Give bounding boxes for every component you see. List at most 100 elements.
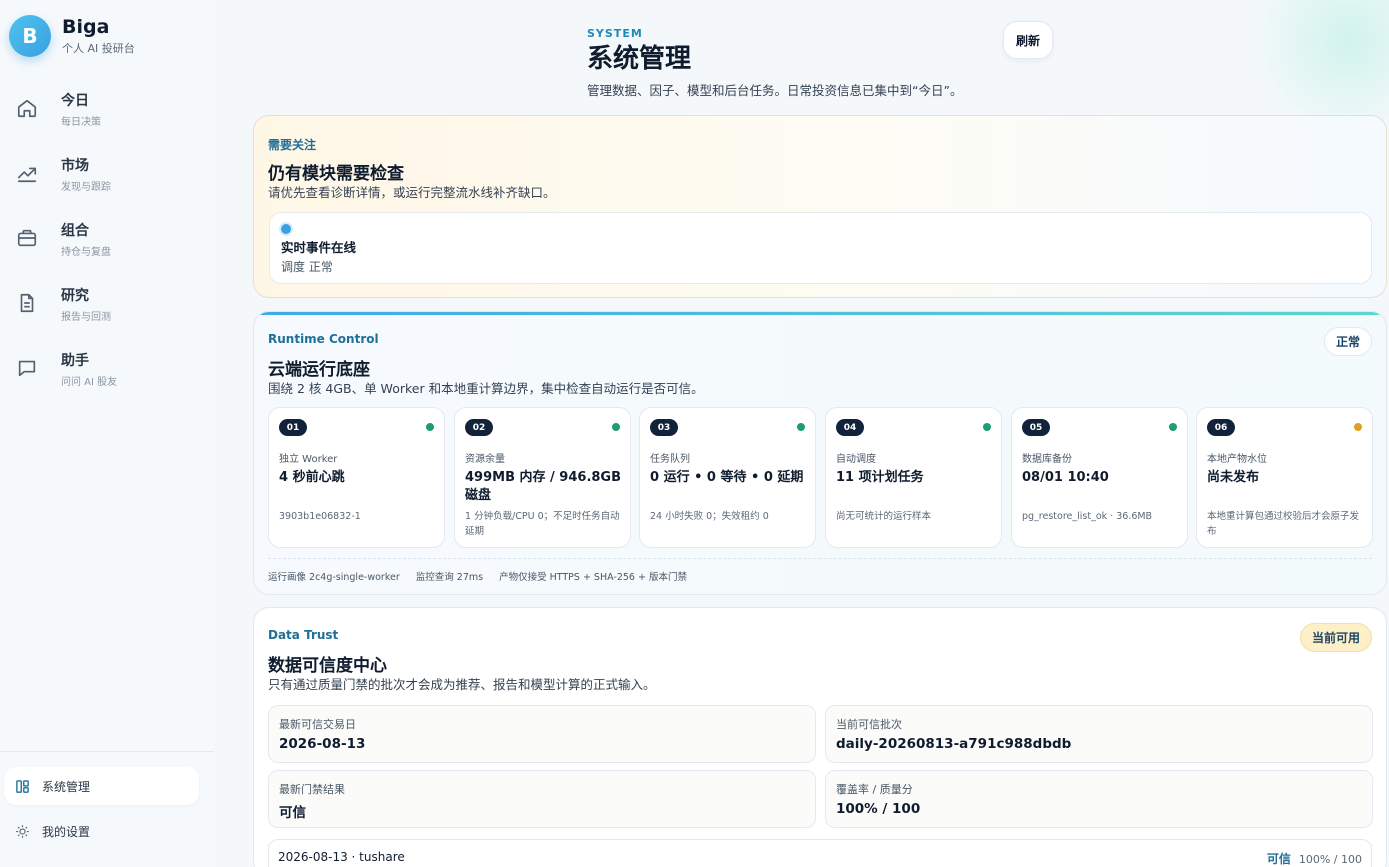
briefcase-icon — [17, 229, 37, 247]
module-value: 499MB 内存 / 946.8GB 磁盘 — [465, 470, 622, 503]
card-kicker: Runtime Control — [268, 332, 379, 346]
nav-label: 组合 — [61, 223, 89, 239]
nav-label: 市场 — [61, 158, 89, 174]
card-title: 仍有模块需要检查 — [268, 164, 404, 184]
nav-sublabel: 问问 AI 股友 — [61, 377, 118, 388]
event-status-item[interactable]: 实时事件在线 调度 正常 — [269, 212, 1372, 284]
batch-status: 可信 — [1266, 852, 1291, 866]
module-note: 3903b1e06832-1 — [279, 511, 361, 522]
runtime-module[interactable]: 03 任务队列 0 运行 • 0 等待 • 0 延期 24 小时失败 0；失效租… — [639, 407, 816, 548]
module-note: 24 小时失败 0；失效租约 0 — [650, 511, 769, 522]
sidebar-divider — [0, 751, 214, 752]
settings-icon — [16, 824, 29, 838]
field-value: daily-20260813-a791c988dbdb — [836, 736, 1072, 752]
card-description: 围绕 2 核 4GB、单 Worker 和本地重计算边界，集中检查自动运行是否可… — [268, 381, 704, 396]
field-value: 2026-08-13 — [279, 736, 366, 752]
nav-sublabel: 每日决策 — [61, 117, 101, 128]
runtime-module[interactable]: 01 独立 Worker 4 秒前心跳 3903b1e06832-1 — [268, 407, 445, 548]
brand[interactable]: B Biga 个人 AI 投研台 — [9, 15, 135, 57]
status-dot — [1354, 423, 1362, 431]
page-description: 管理数据、因子、模型和后台任务。日常投资信息已集中到“今日”。 — [587, 83, 963, 98]
module-number: 05 — [1022, 419, 1050, 436]
module-number: 03 — [650, 419, 678, 436]
field-label: 当前可信批次 — [836, 718, 902, 731]
card-title: 云端运行底座 — [268, 360, 370, 380]
status-badge: 正常 — [1323, 327, 1372, 356]
nav-label: 研究 — [61, 288, 89, 304]
refresh-button[interactable]: 刷新 — [1003, 21, 1053, 59]
runtime-control-card: Runtime Control 云端运行底座 围绕 2 核 4GB、单 Work… — [253, 311, 1387, 595]
sidebar: B Biga 个人 AI 投研台 今日 每日决策 市场 发现与跟踪 组合 持仓与… — [0, 0, 214, 867]
nav-label: 我的设置 — [42, 824, 91, 839]
trend-icon — [17, 167, 37, 183]
module-number: 02 — [465, 419, 493, 436]
trust-field: 最新可信交易日 2026-08-13 — [268, 705, 816, 763]
runtime-module[interactable]: 02 资源余量 499MB 内存 / 946.8GB 磁盘 1 分钟负载/CPU… — [454, 407, 631, 548]
accent-bar — [254, 312, 1386, 315]
runtime-module[interactable]: 06 本地产物水位 尚未发布 本地重计算包通过校验后才会原子发布 — [1196, 407, 1373, 548]
status-dot — [983, 423, 991, 431]
card-title: 数据可信度中心 — [268, 656, 387, 676]
nav-sublabel: 持仓与复盘 — [61, 247, 111, 258]
status-dot — [612, 423, 620, 431]
nav-item-portfolio[interactable]: 组合 持仓与复盘 — [0, 214, 214, 279]
runtime-module[interactable]: 04 自动调度 11 项计划任务 尚无可统计的运行样本 — [825, 407, 1002, 548]
module-value: 08/01 10:40 — [1022, 470, 1109, 485]
status-dot — [281, 224, 291, 234]
runtime-profile: 运行画像 2c4g-single-worker — [268, 572, 400, 583]
nav-label: 助手 — [61, 353, 89, 369]
field-value: 可信 — [279, 805, 306, 821]
status-dot — [426, 423, 434, 431]
field-label: 最新可信交易日 — [279, 718, 356, 731]
nav-sublabel: 发现与跟踪 — [61, 182, 111, 193]
page-title: 系统管理 — [587, 44, 692, 74]
event-title: 实时事件在线 — [281, 240, 357, 255]
module-label: 任务队列 — [650, 454, 690, 465]
module-note: 1 分钟负载/CPU 0；不足时任务自动延期 — [465, 511, 620, 537]
batch-result: 可信 100% / 100 — [1267, 850, 1362, 867]
trust-field: 覆盖率 / 质量分 100% / 100 — [825, 770, 1373, 828]
module-label: 资源余量 — [465, 454, 505, 465]
trust-field: 最新门禁结果 可信 — [268, 770, 816, 828]
module-value: 尚未发布 — [1207, 470, 1260, 485]
card-kicker: 需要关注 — [268, 138, 317, 152]
artifact-policy: 产物仅接受 HTTPS + SHA-256 + 版本门禁 — [499, 572, 687, 583]
brand-logo: B — [9, 15, 51, 57]
card-description: 只有通过质量门禁的批次才会成为推荐、报告和模型计算的正式输入。 — [268, 677, 656, 692]
brand-name: Biga — [62, 16, 110, 38]
chat-icon — [18, 360, 36, 377]
batch-score: 100% / 100 — [1298, 853, 1362, 866]
nav-item-system-admin[interactable]: 系统管理 — [4, 767, 199, 805]
status-badge: 当前可用 — [1299, 623, 1372, 652]
nav-item-settings[interactable]: 我的设置 — [4, 812, 199, 850]
status-dot — [797, 423, 805, 431]
nav-label: 系统管理 — [42, 779, 91, 794]
nav-item-research[interactable]: 研究 报告与回测 — [0, 279, 214, 344]
module-label: 自动调度 — [836, 454, 876, 465]
dashboard-icon — [16, 779, 29, 793]
batch-date-source: 2026-08-13 · tushare — [278, 850, 405, 864]
module-value: 0 运行 • 0 等待 • 0 延期 — [650, 470, 804, 485]
event-status: 调度 正常 — [281, 260, 333, 274]
module-label: 本地产物水位 — [1207, 454, 1267, 465]
nav-item-market[interactable]: 市场 发现与跟踪 — [0, 149, 214, 214]
module-number: 06 — [1207, 419, 1235, 436]
status-dot — [1169, 423, 1177, 431]
page-eyebrow: SYSTEM — [587, 27, 643, 40]
runtime-module[interactable]: 05 数据库备份 08/01 10:40 pg_restore_list_ok … — [1011, 407, 1188, 548]
nav-label: 今日 — [61, 93, 89, 109]
document-icon — [20, 293, 34, 313]
nav-item-assistant[interactable]: 助手 问问 AI 股友 — [0, 344, 214, 409]
module-number: 01 — [279, 419, 307, 436]
module-value: 4 秒前心跳 — [279, 470, 345, 485]
brand-subtitle: 个人 AI 投研台 — [62, 42, 135, 55]
main-nav: 今日 每日决策 市场 发现与跟踪 组合 持仓与复盘 研究 报告与回测 助手 问问… — [0, 84, 214, 409]
attention-card: 需要关注 仍有模块需要检查 请优先查看诊断详情，或运行完整流水线补齐缺口。 实时… — [253, 115, 1387, 298]
module-number: 04 — [836, 419, 864, 436]
field-label: 最新门禁结果 — [279, 783, 345, 796]
batch-row[interactable]: 2026-08-13 · tushare 可信 100% / 100 — [268, 839, 1372, 867]
nav-item-today[interactable]: 今日 每日决策 — [0, 84, 214, 149]
data-trust-card: Data Trust 数据可信度中心 只有通过质量门禁的批次才会成为推荐、报告和… — [253, 607, 1387, 867]
module-value: 11 项计划任务 — [836, 470, 924, 485]
module-note: 尚无可统计的运行样本 — [836, 511, 932, 522]
